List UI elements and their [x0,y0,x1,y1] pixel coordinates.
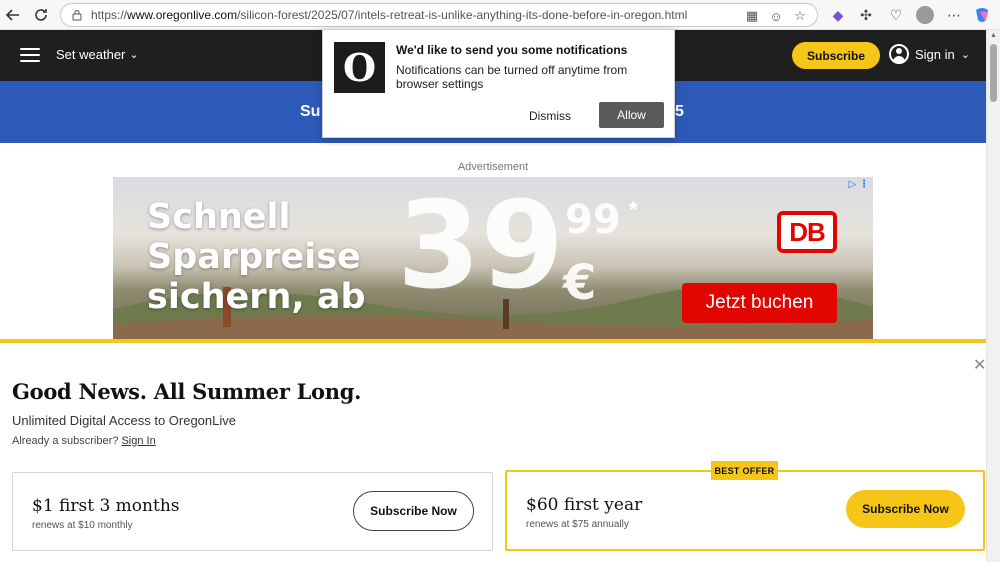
close-icon[interactable]: ✕ [973,355,986,375]
banner-text-left: Su [300,103,321,120]
paywall-title: Good News. All Summer Long. [12,379,362,404]
heart-icon[interactable]: ♡ [884,3,908,27]
url-text[interactable]: https://www.oregonlive.com/silicon-fores… [91,8,687,22]
notification-permission-dialog: O We'd like to send you some notificatio… [322,29,675,138]
offer-price: $60 first year [526,495,643,515]
ad-currency: € [563,255,597,311]
notification-body: Notifications can be turned off anytime … [396,63,628,91]
advertisement-label: Advertisement [457,161,529,173]
profile-avatar[interactable] [913,3,937,27]
offer-renewal: renews at $75 annually [526,519,629,530]
banner-text-right: 5 [675,103,684,120]
weather-label: Set weather [56,47,126,62]
page-scrollbar[interactable]: ▲ [986,30,1000,562]
advertisement-banner[interactable]: Schnell Sparpreise sichern, ab 39 99 * €… [113,177,873,339]
ad-cta-button[interactable]: Jetzt buchen [682,283,837,323]
sign-in-link[interactable]: Sign In [121,435,155,447]
subscription-paywall: ✕ Good News. All Summer Long. Unlimited … [0,339,986,562]
chevron-down-icon: ⌄ [129,49,139,61]
scroll-up-icon[interactable]: ▲ [990,32,997,39]
subscribe-now-button-yearly[interactable]: Subscribe Now [846,490,965,528]
offer-renewal: renews at $10 monthly [32,520,133,531]
more-icon[interactable]: ⋯ [942,3,966,27]
best-offer-badge: BEST OFFER [711,461,778,480]
browser-toolbar: https://www.oregonlive.com/silicon-fores… [0,0,1000,30]
adchoices-icon[interactable]: ▷ ⋮ [849,179,869,190]
header-subscribe-button[interactable]: Subscribe [792,42,880,69]
db-logo: DB [777,211,837,253]
copilot-icon[interactable] [970,3,994,27]
back-icon[interactable] [1,3,25,27]
chevron-down-icon: ⌄ [960,48,970,61]
oregonlive-logo: O [334,42,385,93]
allow-button[interactable]: Allow [599,102,664,128]
site-info-icon[interactable] [69,7,85,23]
ad-price-cents: 99 [565,197,621,243]
offer-price: $1 first 3 months [32,496,180,516]
ad-price-main: 39 [397,177,564,316]
ad-price-asterisk: * [629,197,638,222]
paywall-subtitle: Unlimited Digital Access to OregonLive [12,413,236,428]
already-subscriber-text: Already a subscriber? Sign In [12,435,156,447]
ad-headline: Schnell Sparpreise sichern, ab [147,197,366,317]
offer-card-yearly: $60 first year renews at $75 annually Su… [505,470,985,551]
sign-in-button[interactable]: Sign in ⌄ [889,44,970,64]
set-weather-button[interactable]: Set weather ⌄ [56,47,139,62]
user-icon [889,44,909,64]
menu-icon[interactable] [20,48,40,62]
offer-card-monthly: $1 first 3 months renews at $10 monthly … [12,472,493,551]
puzzle-icon[interactable]: ✣ [854,3,878,27]
tracking-icon[interactable]: ☺ [767,7,785,25]
app-icon[interactable]: ▦ [743,7,761,25]
favorite-star-icon[interactable]: ☆ [791,7,809,25]
refresh-icon[interactable] [29,3,53,27]
scrollbar-thumb[interactable] [990,44,997,102]
extension-icon[interactable]: ◆ [826,3,850,27]
dismiss-button[interactable]: Dismiss [529,109,571,123]
sign-in-label: Sign in [915,46,955,62]
address-bar[interactable]: https://www.oregonlive.com/silicon-fores… [60,3,818,27]
notification-title: We'd like to send you some notifications [396,43,628,57]
subscribe-now-button-monthly[interactable]: Subscribe Now [353,491,474,531]
